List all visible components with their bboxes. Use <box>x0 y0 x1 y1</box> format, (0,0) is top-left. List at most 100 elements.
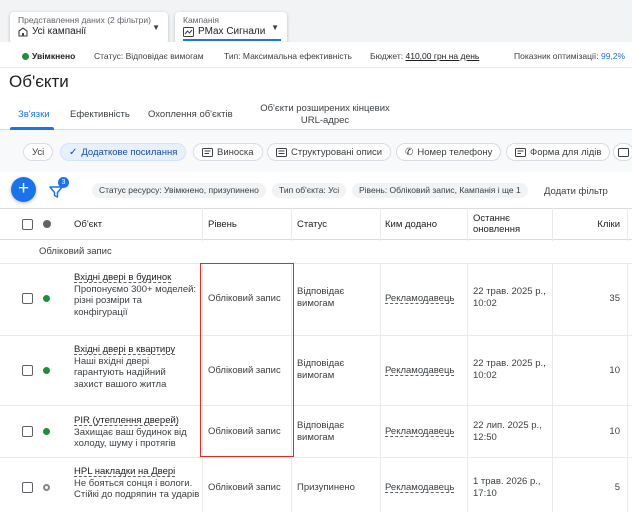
clicks-cell: 5 <box>614 482 620 493</box>
asset-title[interactable]: Вхідні двері в будинок <box>74 272 198 284</box>
view-selector[interactable]: Представлення даних (2 фільтри) Усі камп… <box>10 12 168 44</box>
row-checkbox[interactable] <box>22 482 33 493</box>
chip-sitelink[interactable]: ✓ Додаткове посилання <box>60 143 187 161</box>
status-column-icon <box>43 220 51 228</box>
header-last-updated[interactable]: Останнє оновлення <box>473 209 533 239</box>
chip-more[interactable] <box>613 143 632 161</box>
filter-row: + 3 Статус ресурсу: Увімкнено, призупине… <box>0 172 632 208</box>
selected-underline <box>183 39 281 41</box>
status-value: Відповідає вимогам <box>125 51 204 61</box>
status-dot-icon <box>22 53 29 60</box>
campaign-selector-value: PMax Сигнали <box>198 26 266 37</box>
asset-title[interactable]: HPL накладки на Двері <box>74 466 200 478</box>
filter-button[interactable]: 3 <box>49 177 69 200</box>
view-selector-label: Представлення даних (2 фільтри) <box>18 15 151 25</box>
plus-icon: + <box>17 178 30 199</box>
updated-cell: 1 трав. 2026 р., 17:10 <box>473 476 541 499</box>
filter-chip-level[interactable]: Рівень: Обліковий запис, Кампанія і ще 1 <box>352 183 528 198</box>
chip-label: Форма для лідів <box>530 146 602 158</box>
level-cell: Обліковий запис <box>208 482 281 493</box>
status-cell: Призупинено <box>297 482 355 493</box>
budget-value[interactable]: 410,00 грн на день <box>406 51 480 61</box>
campaign-selector[interactable]: Кампанія PMax Сигнали ▼ <box>175 12 287 44</box>
campaign-selector-label: Кампанія <box>183 15 220 25</box>
group-label: Обліковий запис <box>39 246 112 257</box>
campaign-status-bar: Увімкнено Статус: Відповідає вимогам Тип… <box>0 42 632 68</box>
page-title: Об'єкти <box>9 72 69 91</box>
table-row: HPL накладки на Двері Не бояться сонця і… <box>0 457 632 512</box>
tab-final-url-expansion[interactable]: Об'єкти розширених кінцевих URL-адрес <box>255 103 395 127</box>
header-status[interactable]: Статус <box>297 209 327 239</box>
check-icon: ✓ <box>69 146 78 158</box>
chip-label: Додаткове посилання <box>81 146 178 158</box>
list-icon <box>276 147 287 157</box>
chip-callout[interactable]: Виноска <box>193 143 263 161</box>
type-value: Максимальна ефективність <box>242 51 352 61</box>
form-icon <box>515 147 526 157</box>
added-by-cell[interactable]: Рекламодавець <box>385 365 454 377</box>
header-added-by[interactable]: Ким додано <box>385 209 437 239</box>
chip-label: Номер телефону <box>417 146 493 158</box>
chevron-down-icon: ▼ <box>152 23 160 32</box>
clicks-cell: 35 <box>609 293 620 304</box>
clicks-cell: 10 <box>609 365 620 376</box>
status-cell: Відповідає вимогам <box>297 358 345 381</box>
tab-associations[interactable]: Зв'язки <box>18 109 50 121</box>
asset-description: Не бояться сонця і вологи. Стійкі до под… <box>74 477 200 501</box>
row-checkbox[interactable] <box>22 293 33 304</box>
optimization-score[interactable]: 99,2% <box>601 51 625 61</box>
table-row: Вхідні двері в будинок Пропонуємо 300+ м… <box>0 263 632 335</box>
added-by-cell[interactable]: Рекламодавець <box>385 426 454 438</box>
status-dot-icon <box>43 367 50 374</box>
table-row: Вхідні двері в квартиру Наші вхідні двер… <box>0 335 632 405</box>
row-checkbox[interactable] <box>22 365 33 376</box>
status-dot-icon <box>43 428 50 435</box>
tab-bar: Зв'язки Ефективність Охоплення об'єктів … <box>0 100 632 130</box>
pmax-icon <box>183 27 194 37</box>
level-highlight-box <box>200 263 294 457</box>
view-selector-value: Усі кампанії <box>32 26 87 37</box>
chip-phone-number[interactable]: ✆ Номер телефону <box>396 143 502 161</box>
added-by-cell[interactable]: Рекламодавець <box>385 293 454 305</box>
chip-label: Виноска <box>217 146 254 158</box>
add-filter-button[interactable]: Додати фільтр <box>544 186 608 197</box>
chip-all[interactable]: Усі <box>23 143 54 161</box>
header-object[interactable]: Об'єкт <box>74 209 102 239</box>
tab-performance[interactable]: Ефективність <box>70 109 130 121</box>
select-all-checkbox[interactable] <box>22 219 33 230</box>
callout-icon <box>202 147 213 157</box>
campaign-state[interactable]: Увімкнено <box>22 51 75 61</box>
table-header: Об'єкт Рівень Статус Ким додано Останнє … <box>0 208 632 240</box>
status-cell: Відповідає вимогам <box>297 420 345 443</box>
filter-count-badge: 3 <box>58 177 69 188</box>
updated-cell: 22 трав. 2025 р., 10:02 <box>473 358 546 381</box>
score-label: Показник оптимізації: <box>514 51 599 61</box>
asset-title[interactable]: PIR (утеплення дверей) <box>74 415 198 427</box>
store-icon <box>18 27 28 37</box>
paused-status-icon <box>43 484 50 491</box>
row-checkbox[interactable] <box>22 426 33 437</box>
phone-icon: ✆ <box>405 146 414 158</box>
header-clicks[interactable]: Кліки <box>560 209 620 239</box>
chip-label: Усі <box>32 146 45 158</box>
asset-title[interactable]: Вхідні двері в квартиру <box>74 344 192 356</box>
added-by-cell[interactable]: Рекламодавець <box>385 482 454 494</box>
chip-label: Структуровані описи <box>291 146 383 158</box>
asset-description: Захищає ваш будинок від холоду, шуму і п… <box>74 426 187 450</box>
add-button[interactable]: + <box>11 177 36 202</box>
chip-lead-form[interactable]: Форма для лідів <box>506 143 611 161</box>
table-row: PIR (утеплення дверей) Захищає ваш будин… <box>0 405 632 457</box>
status-cell: Відповідає вимогам <box>297 286 345 309</box>
tab-asset-coverage[interactable]: Охоплення об'єктів <box>148 109 233 121</box>
updated-cell: 22 лип. 2025 р., 12:50 <box>473 420 542 443</box>
header-level[interactable]: Рівень <box>208 209 237 239</box>
type-label: Тип: <box>224 51 241 61</box>
message-icon <box>618 147 629 157</box>
budget-label: Бюджет: <box>370 51 404 61</box>
filter-chip-resource-status[interactable]: Статус ресурсу: Увімкнено, призупинено <box>92 183 266 198</box>
chip-structured-snippets[interactable]: Структуровані описи <box>267 143 392 161</box>
filter-chip-asset-type[interactable]: Тип об'єкта: Усі <box>272 183 347 198</box>
updated-cell: 22 трав. 2025 р., 10:02 <box>473 286 546 309</box>
asset-description: Наші вхідні двері гарантують надійний за… <box>74 355 167 390</box>
status-label: Статус: <box>94 51 124 61</box>
